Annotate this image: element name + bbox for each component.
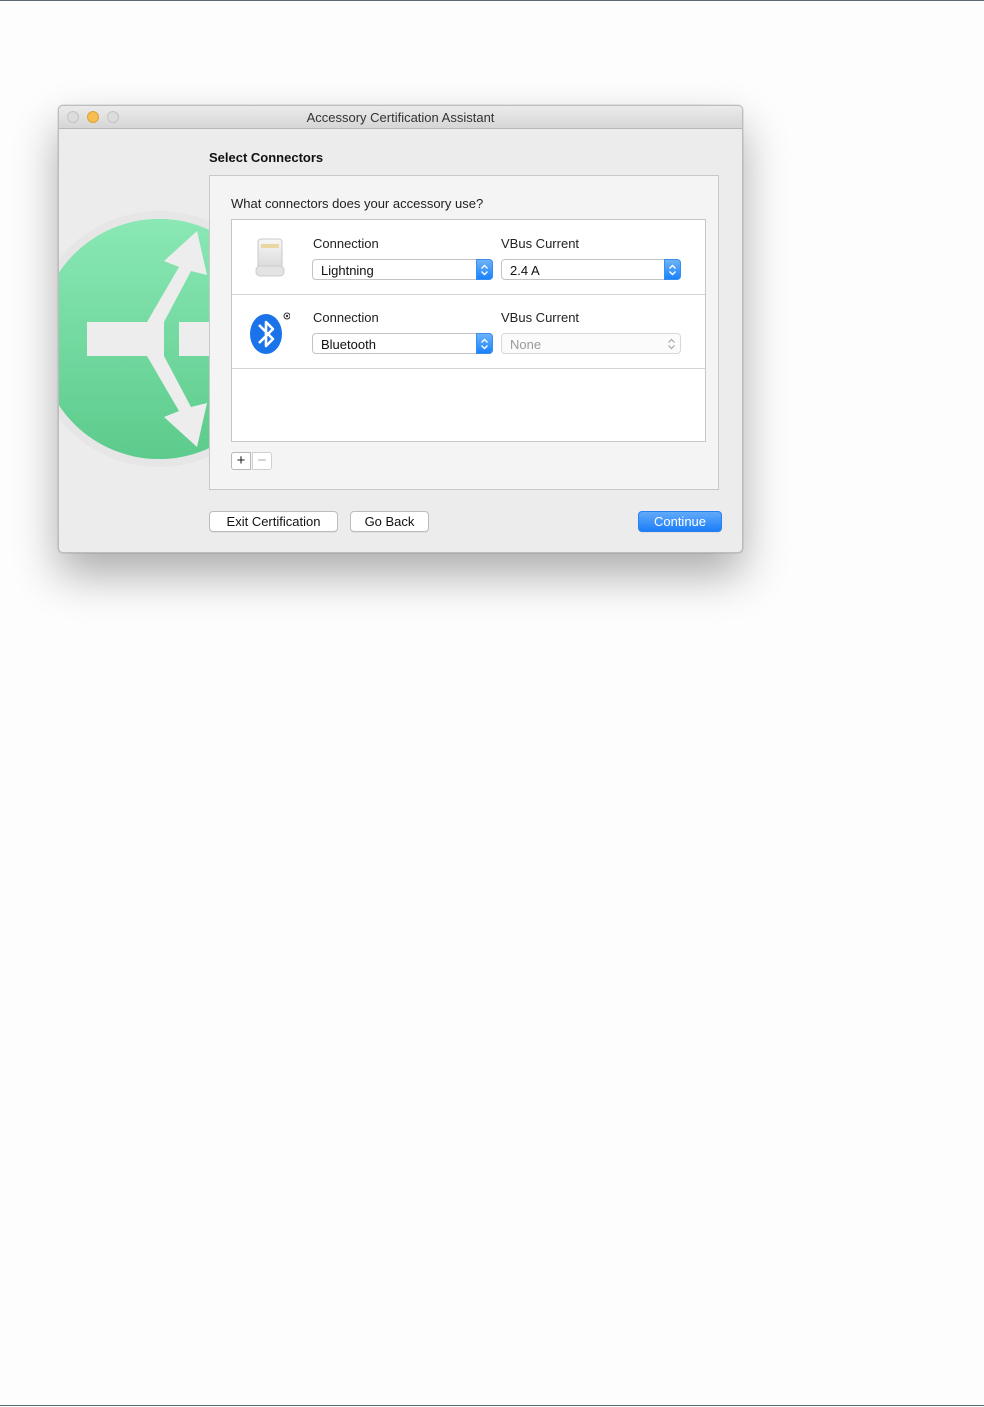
window-title: Accessory Certification Assistant [306, 110, 495, 125]
remove-connector-button[interactable]: − [252, 452, 272, 470]
app-window: Accessory Certification Assistant Select… [58, 105, 743, 553]
connection-select[interactable]: Bluetooth [312, 333, 493, 354]
vbus-current-label: VBus Current [501, 236, 580, 251]
vbus-current-select-value: 2.4 A [510, 263, 540, 278]
connector-row[interactable]: Connection VBus Current Lightning 2.4 A [232, 220, 705, 295]
vbus-current-select: None [501, 333, 681, 354]
chevron-up-down-icon [476, 259, 493, 280]
connector-row[interactable]: Connection VBus Current Bluetooth None [232, 294, 705, 369]
vbus-current-select[interactable]: 2.4 A [501, 259, 681, 280]
page-bottom-rule [0, 1405, 984, 1406]
connection-select-value: Lightning [321, 263, 374, 278]
title-bar[interactable]: Accessory Certification Assistant [59, 106, 742, 129]
page-top-rule [0, 0, 984, 1]
chevron-up-down-icon [668, 338, 675, 350]
connectors-list: Connection VBus Current Lightning 2.4 A [231, 219, 706, 442]
vbus-current-select-value: None [510, 337, 542, 352]
exit-certification-button[interactable]: Exit Certification [209, 511, 338, 532]
connection-select[interactable]: Lightning [312, 259, 493, 280]
vbus-current-label: VBus Current [501, 310, 580, 325]
bluetooth-icon [250, 312, 290, 354]
lightning-connector-icon [255, 238, 285, 277]
add-connector-button[interactable]: + [231, 452, 251, 470]
connection-select-value: Bluetooth [321, 337, 376, 352]
connectors-question: What connectors does your accessory use? [231, 196, 484, 211]
chevron-up-down-icon [664, 259, 681, 280]
chevron-up-down-icon [476, 333, 493, 354]
continue-button[interactable]: Continue [638, 511, 722, 532]
connection-label: Connection [313, 236, 379, 251]
page-heading: Select Connectors [209, 150, 324, 165]
connection-label: Connection [313, 310, 379, 325]
go-back-button[interactable]: Go Back [350, 511, 429, 532]
connectors-panel: What connectors does your accessory use?… [209, 175, 719, 490]
